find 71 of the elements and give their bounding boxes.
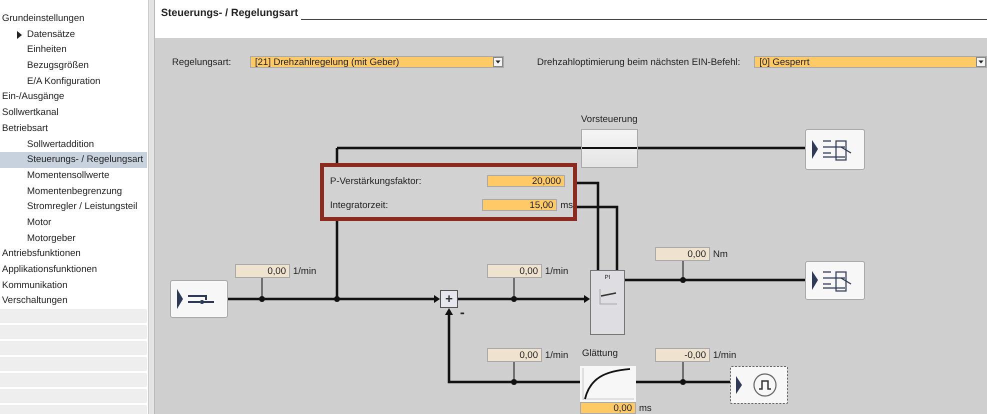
- tree-item[interactable]: Applikationsfunktionen: [0, 262, 148, 278]
- unit-label: 1/min: [293, 266, 316, 276]
- value-display: 0,00: [487, 264, 542, 278]
- block-label: Vorsteuerung: [581, 114, 638, 125]
- tree-item-label: Einheiten: [27, 43, 67, 58]
- unit-label: ms: [639, 402, 652, 414]
- tree-item[interactable]: Motor: [0, 214, 148, 231]
- block-label: Glättung: [582, 348, 618, 359]
- tree-item[interactable]: Ein-/Ausgänge: [0, 89, 148, 106]
- tree-item[interactable]: Sollwertkanal: [0, 105, 148, 121]
- junction-dot: [259, 296, 265, 302]
- tree-item-label: Sollwertaddition: [27, 138, 94, 152]
- pulse-output-block[interactable]: [730, 366, 788, 404]
- junction-dot: [334, 296, 340, 302]
- tree-item[interactable]: Betriebsart: [0, 120, 148, 136]
- output-switch-block[interactable]: [805, 261, 865, 300]
- unit-label: Nm: [713, 248, 728, 260]
- smoothing-filter-block[interactable]: [580, 366, 636, 402]
- value-display: 0,00: [487, 348, 542, 362]
- junction-dot: [680, 277, 686, 283]
- input-field[interactable]: 0,00: [580, 402, 636, 414]
- tree-item-label: Steuerungs- / Regelungsart: [27, 153, 144, 168]
- tree-item[interactable]: Steuerungs- / Regelungsart: [0, 152, 148, 168]
- tree-item[interactable]: E/A Konfiguration: [0, 74, 148, 90]
- tree-item-label: Motor: [27, 216, 52, 230]
- setpoint-source-block[interactable]: [170, 280, 228, 318]
- tree-item-label: Motorgeber: [27, 232, 76, 246]
- step-response-icon: [596, 287, 618, 307]
- tree-item[interactable]: Sollwertaddition: [0, 136, 148, 152]
- tree-item[interactable]: Momentensollwerte: [0, 168, 148, 184]
- input-field[interactable]: 20,000: [487, 175, 565, 187]
- value-display: 0,00: [655, 247, 710, 261]
- tree-item[interactable]: Kommunikation: [0, 278, 148, 294]
- junction-dot: [680, 379, 686, 385]
- tree-item[interactable]: Stromregler / Leistungsteil: [0, 199, 148, 215]
- junction-dot: [511, 296, 517, 302]
- tree-item[interactable]: Datensätze: [0, 26, 148, 42]
- input-field[interactable]: 15,00: [482, 199, 558, 211]
- section-title: Steuerungs- / Regelungsart: [161, 7, 298, 19]
- minus-sign: -: [460, 304, 465, 320]
- tree-item[interactable]: Momentenbegrenzung: [0, 184, 148, 200]
- junction-dot: [511, 379, 517, 385]
- dropdown[interactable]: [21] Drehzahlregelung (mit Geber): [250, 56, 504, 68]
- tree-item-label: Momentenbegrenzung: [27, 184, 122, 199]
- tree-item[interactable]: Antriebsfunktionen: [0, 246, 148, 262]
- tree-item[interactable]: Motorgeber: [0, 230, 148, 246]
- dropdown[interactable]: [0] Gesperrt: [754, 56, 987, 68]
- value-display: 0,00: [235, 264, 290, 278]
- parameter-label: P-Verstärkungsfaktor:: [330, 176, 422, 186]
- tree-item-label: Datensätze: [27, 28, 76, 42]
- scrollbar[interactable]: [148, 0, 154, 414]
- unit-label: ms: [560, 200, 573, 210]
- tree-item[interactable]: Grundeinstellungen: [0, 11, 148, 27]
- tree-item[interactable]: Verschaltungen: [0, 293, 148, 310]
- setting-label: Regelungsart:: [172, 56, 232, 68]
- summing-junction: +: [440, 290, 458, 308]
- tree-item[interactable]: Bezugsgrößen: [0, 58, 148, 74]
- output-switch-block[interactable]: [805, 129, 865, 170]
- parameter-label: Integratorzeit:: [330, 200, 390, 210]
- tree-item-label: E/A Konfiguration: [27, 74, 100, 89]
- unit-label: 1/min: [545, 350, 568, 360]
- tree-item[interactable]: Einheiten: [0, 42, 148, 58]
- tree-item-label: Momentensollwerte: [27, 168, 110, 183]
- unit-label: 1/min: [713, 350, 736, 360]
- feedforward-block[interactable]: [581, 129, 638, 168]
- value-display: -0,00: [655, 348, 710, 362]
- setting-label: Drehzahloptimierung beim nächsten EIN-Befehl:: [537, 56, 740, 68]
- expand-icon[interactable]: [16, 30, 22, 39]
- tree-item-label: Bezugsgrößen: [27, 59, 89, 74]
- tree-item-label: Stromregler / Leistungsteil: [27, 200, 138, 214]
- unit-label: 1/min: [545, 266, 568, 276]
